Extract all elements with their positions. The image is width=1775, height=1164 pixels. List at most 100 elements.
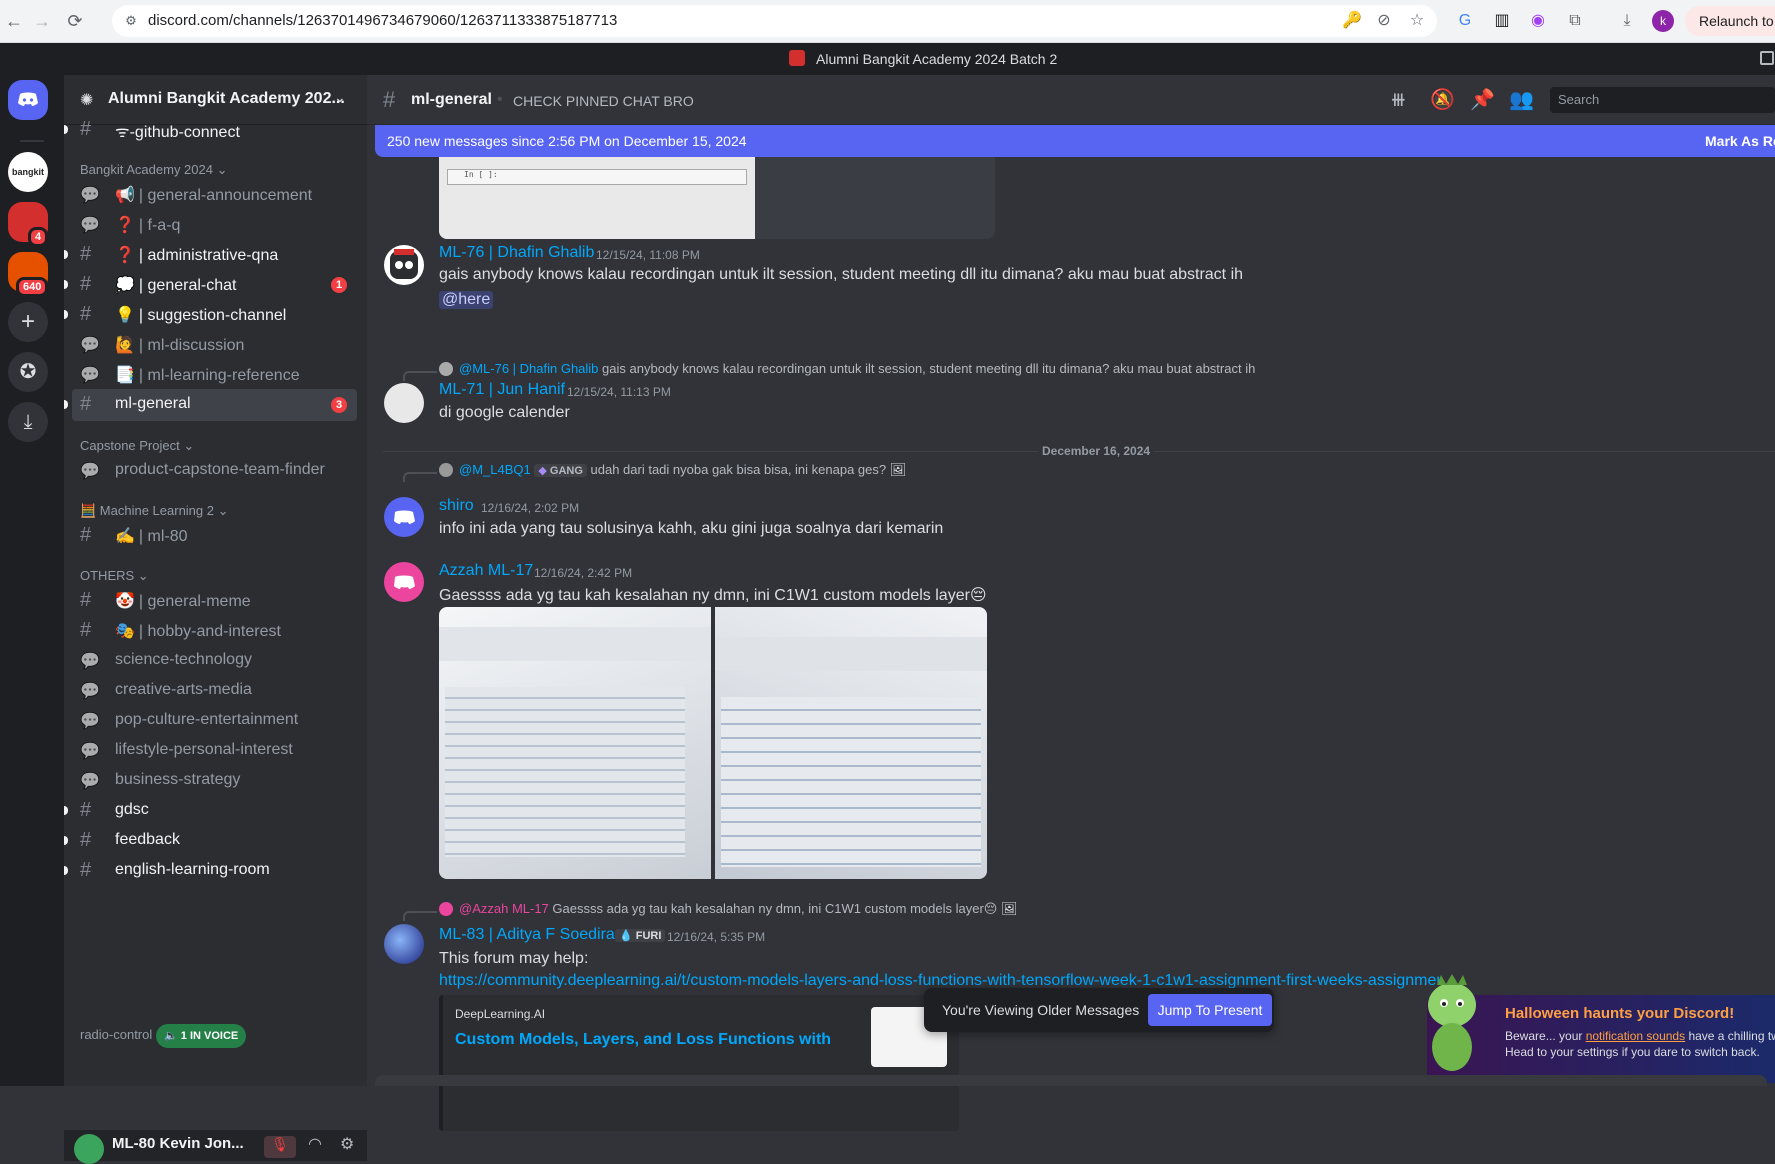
channel-item[interactable]: 💬 📑 | ml-learning-reference (72, 359, 357, 391)
reply-author[interactable]: @ML-76 | Dhafin Ghalib (459, 361, 598, 376)
channel-item[interactable]: 💬 creative-arts-media (72, 675, 357, 707)
translate-extension-icon[interactable]: G (1453, 9, 1477, 33)
channel-name: 💡 | suggestion-channel (115, 305, 286, 325)
server-bangkit-icon[interactable]: bangkit (8, 152, 48, 192)
image-attachment[interactable] (715, 607, 987, 879)
channel-item[interactable]: 💬 pop-culture-entertainment (72, 705, 357, 737)
category-header[interactable]: OTHERS ⌄ (80, 568, 149, 584)
channel-item[interactable]: # 🎭 | hobby-and-interest (72, 615, 357, 647)
mark-as-read-button[interactable]: Mark As Rea (1705, 133, 1775, 149)
image-icon: 🖼 (1000, 901, 1018, 916)
channel-item[interactable]: 💬 ❓ | f-a-q (72, 209, 357, 241)
category-header[interactable]: Bangkit Academy 2024 ⌄ (80, 162, 228, 178)
channel-label: | ml-learning-reference (138, 367, 300, 384)
discover-compass-icon[interactable]: ✪ (8, 352, 48, 392)
category-header[interactable]: 🧮 Machine Learning 2 ⌄ (80, 503, 229, 519)
password-key-icon[interactable]: 🔑 (1340, 9, 1364, 33)
message-author[interactable]: ML-71 | Jun Hanif (439, 381, 565, 399)
channel-item[interactable]: # ❓ | administrative-qna (64, 239, 357, 271)
jump-to-present-button[interactable]: Jump To Present (1148, 994, 1272, 1026)
settings-gear-icon[interactable]: ⚙ (340, 1134, 354, 1154)
server-list: bangkit 4 640 + ✪ ⤓ (0, 75, 64, 1086)
reply-preview[interactable]: @Azzah ML-17 Gaessss ada yg tau kah kesa… (459, 901, 1018, 917)
member-list-icon[interactable]: 👥 (1509, 87, 1534, 112)
avatar[interactable] (384, 383, 424, 423)
puzzle-extensions-icon[interactable]: ⧉ (1563, 9, 1587, 33)
halloween-banner[interactable]: Halloween haunts your Discord! Beware...… (1427, 974, 1775, 1083)
avatar[interactable] (384, 562, 424, 602)
search-input[interactable]: Search (1550, 87, 1775, 113)
guild-tag-badge: 💧 FURI (615, 929, 666, 942)
channel-item[interactable]: # 🤡 | general-meme (72, 585, 357, 617)
channel-sidebar: ✺ Alumni Bangkit Academy 202... ⌄ # ᯤ-git… (64, 75, 367, 1164)
message-author[interactable]: shiro (439, 497, 474, 515)
inbox-icon[interactable] (1760, 51, 1774, 65)
reply-author[interactable]: @Azzah ML-17 (459, 901, 549, 916)
channel-item[interactable]: 💬 business-strategy (72, 765, 357, 797)
back-icon[interactable]: ← (2, 9, 26, 33)
pinned-messages-icon[interactable]: 📌 (1470, 87, 1495, 112)
mention[interactable]: @here (439, 291, 494, 309)
download-apps-icon[interactable]: ⤓ (8, 402, 48, 442)
download-icon[interactable]: ⤓ (1615, 9, 1639, 33)
url-text[interactable]: discord.com/channels/1263701496734679060… (148, 12, 617, 29)
add-server-icon[interactable]: + (8, 302, 48, 342)
channel-item[interactable]: # ᯤ-github-connect (64, 114, 357, 146)
new-messages-bar[interactable]: 250 new messages since 2:56 PM on Decemb… (375, 125, 1775, 157)
channel-label: science-technology (115, 651, 252, 668)
image-attachment[interactable] (439, 607, 711, 879)
bookmark-star-icon[interactable]: ☆ (1405, 9, 1429, 33)
avatar[interactable] (384, 245, 424, 285)
user-avatar[interactable] (74, 1134, 104, 1164)
channel-item[interactable]: # gdsc (64, 795, 357, 827)
threads-icon[interactable]: ⧻ (1390, 87, 1407, 112)
channel-item[interactable]: 💬 📢 | general-announcement (72, 179, 357, 211)
date-divider: December 16, 2024 (1038, 444, 1155, 458)
channel-item[interactable]: # 💡 | suggestion-channel (64, 299, 357, 331)
voice-category-label[interactable]: radio-control (80, 1027, 152, 1042)
reply-preview[interactable]: @M_L4BQ1 ◆ GANG udah dari tadi nyoba gak… (459, 462, 906, 478)
reload-icon[interactable]: ⟳ (63, 9, 87, 33)
channel-item[interactable]: 💬 product-capstone-team-finder (72, 455, 357, 487)
message-author[interactable]: ML-83 | Aditya F Soedira (439, 926, 615, 944)
audio-extension-icon[interactable]: ▥ (1490, 9, 1514, 33)
channel-item[interactable]: # 💭 | general-chat 1 (64, 269, 357, 301)
notification-bell-muted-icon[interactable]: 🔕 (1430, 87, 1455, 112)
channel-item[interactable]: # ✍️ | ml-80 (72, 520, 357, 552)
site-info-icon[interactable]: ⚙ (119, 9, 143, 33)
chevron-down-icon: ⌄ (334, 89, 346, 105)
channel-item[interactable]: 💬 🙋 | ml-discussion (72, 329, 357, 361)
image-attachment[interactable]: In [ ]: (439, 157, 995, 239)
channel-item[interactable]: # feedback (64, 825, 357, 857)
channel-label: business-strategy (115, 771, 241, 788)
avatar[interactable] (384, 924, 424, 964)
channel-item[interactable]: # ml-general 3 (64, 389, 357, 421)
unread-indicator (64, 125, 68, 134)
profile-avatar[interactable]: k (1652, 10, 1674, 32)
reply-author[interactable]: @M_L4BQ1 (459, 462, 531, 477)
channel-item[interactable]: # english-learning-room (64, 855, 357, 887)
notification-sounds-link[interactable]: notification sounds (1586, 1029, 1685, 1043)
headset-icon[interactable]: ◠ (308, 1134, 322, 1154)
message-author[interactable]: ML-76 | Dhafin Ghalib (439, 244, 594, 262)
hash-icon: # (80, 589, 92, 611)
embed-title[interactable]: Custom Models, Layers, and Loss Function… (455, 1031, 831, 1049)
forward-icon[interactable]: → (30, 9, 54, 33)
image-icon: 🖼 (889, 462, 907, 477)
message-composer[interactable] (375, 1075, 1767, 1086)
reply-preview[interactable]: @ML-76 | Dhafin Ghalib gais anybody know… (459, 361, 1255, 376)
channel-item[interactable]: 💬 science-technology (72, 645, 357, 677)
channel-item[interactable]: 💬 lifestyle-personal-interest (72, 735, 357, 767)
relaunch-button[interactable]: Relaunch to u (1685, 6, 1775, 36)
eye-off-icon[interactable]: ⊘ (1372, 9, 1396, 33)
avatar[interactable] (384, 497, 424, 537)
user-name[interactable]: ML-80 Kevin Jon... (112, 1135, 244, 1152)
channel-header: # ml-general • CHECK PINNED CHAT BRO ⧻ 🔕… (367, 75, 1775, 125)
mic-muted-icon[interactable]: 🎙 (264, 1136, 296, 1158)
channel-topic[interactable]: CHECK PINNED CHAT BRO (513, 93, 694, 109)
channel-emoji: ✍️ (115, 528, 135, 545)
message-author[interactable]: Azzah ML-17 (439, 562, 533, 580)
discord-home-icon[interactable] (8, 80, 48, 120)
extension-icon[interactable]: ◉ (1526, 9, 1550, 33)
category-header[interactable]: Capstone Project ⌄ (80, 438, 194, 454)
